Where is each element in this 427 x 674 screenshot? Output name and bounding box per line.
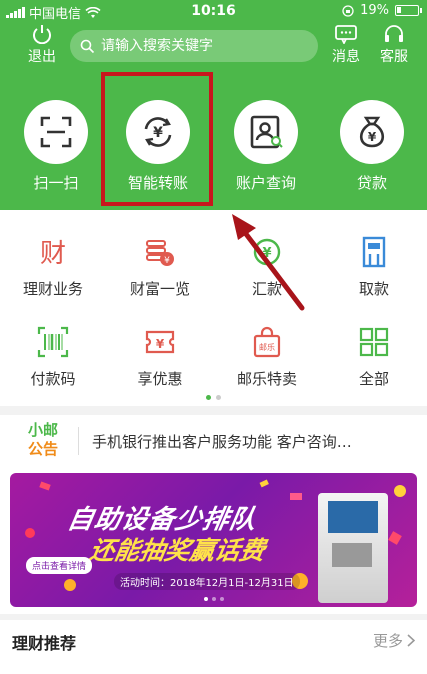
more-label: 更多 — [372, 632, 403, 650]
chevron-right-icon — [407, 634, 415, 647]
notice-tag-line2: 公告 — [28, 440, 59, 458]
banner-detail-button[interactable]: 点击查看详情 — [26, 557, 93, 574]
recommend-title: 理财推荐 — [12, 634, 77, 653]
banner-section: 自助设备少排队 还能抽奖赢话费 点击查看详情 活动时间：2018年12月1日-1… — [0, 467, 427, 614]
promo-banner[interactable]: 自助设备少排队 还能抽奖赢话费 点击查看详情 活动时间：2018年12月1日-1… — [10, 473, 417, 607]
banner-date: 活动时间：2018年12月1日-12月31日 — [114, 573, 300, 590]
notice-tag: 小邮 公告 — [28, 421, 68, 459]
notice-tag-line1: 小邮 — [28, 421, 59, 439]
notice-text: 手机银行推出客户服务功能 客户咨询… — [92, 433, 352, 451]
notice-bar[interactable]: 小邮 公告 手机银行推出客户服务功能 客户咨询… — [0, 415, 427, 467]
more-link[interactable]: 更多 — [373, 630, 415, 651]
banner-page-indicator — [10, 597, 417, 601]
atm-illustration — [318, 493, 388, 603]
notice-divider — [78, 427, 79, 455]
banner-subtitle: 还能抽奖赢话费 — [87, 536, 268, 565]
recommend-section: 理财推荐 更多 — [0, 620, 427, 674]
